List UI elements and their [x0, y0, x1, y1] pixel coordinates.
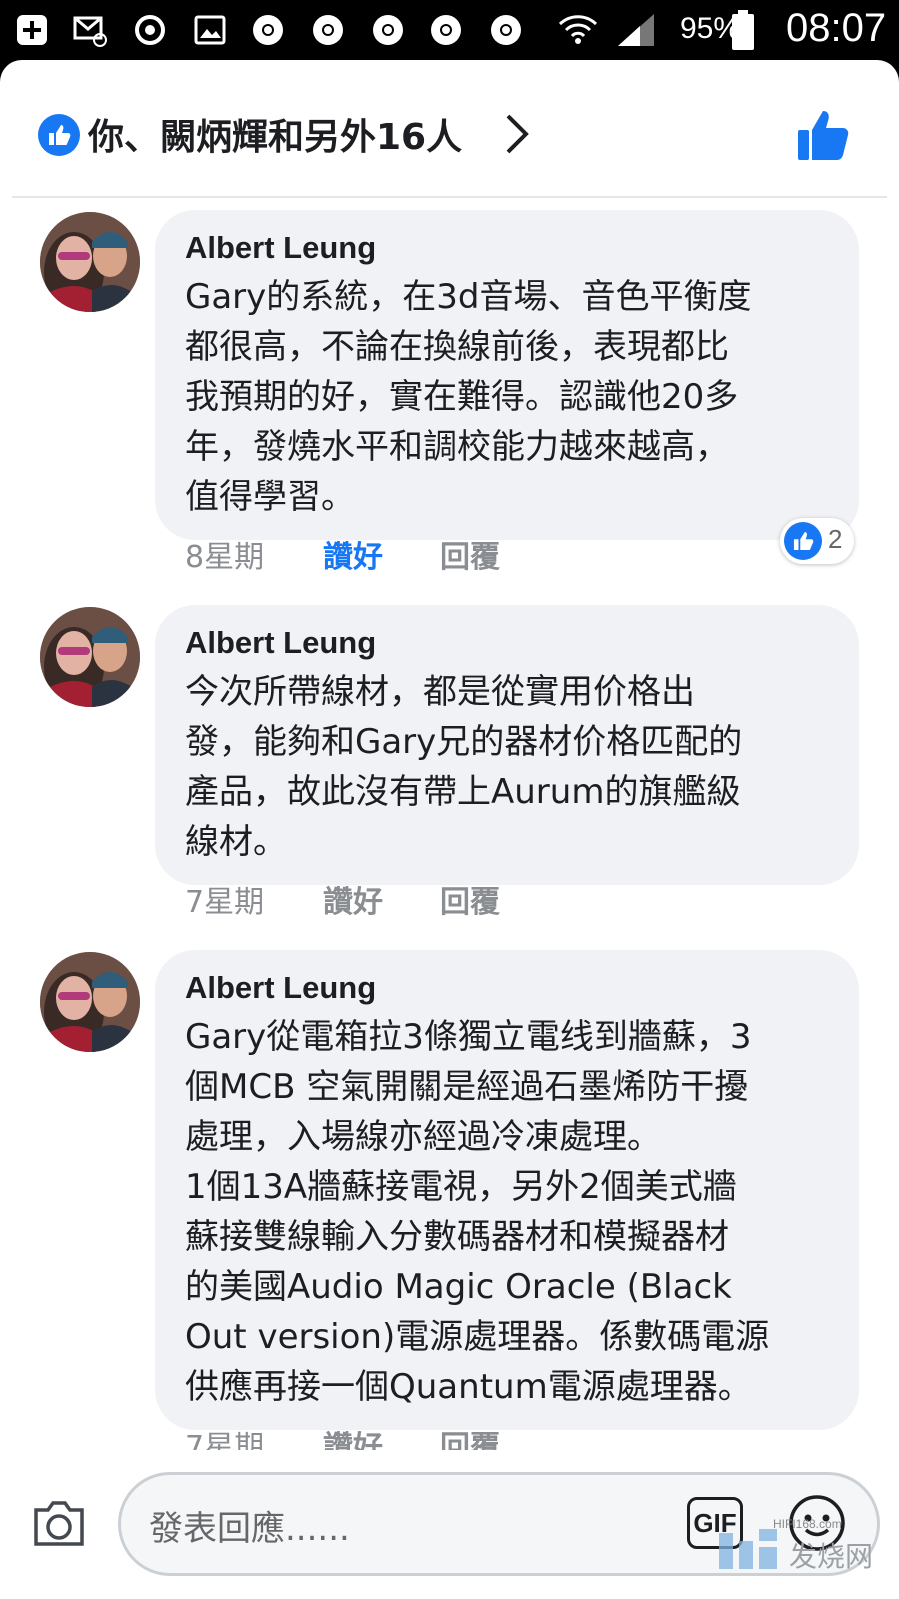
like-badge-icon [38, 114, 80, 156]
sync-icon [135, 15, 165, 45]
status-bar: 95% 08:07 [0, 0, 899, 60]
reaction-count: 2 [828, 524, 843, 554]
like-link[interactable]: 讚好 [323, 877, 383, 921]
camera-icon[interactable] [30, 1498, 88, 1550]
chevron-right-icon [506, 114, 529, 154]
chrome-icon [313, 15, 343, 45]
comment-bubble[interactable]: Albert Leung 今次所帶線材，都是從實用价格出 發，能夠和Gary兄的… [155, 605, 859, 885]
avatar[interactable] [40, 212, 140, 312]
header-divider [12, 196, 887, 198]
watermark-logo: HIFI168.com 发烧网 [713, 1517, 883, 1575]
comment-actions: 8星期 讚好 回覆 [185, 532, 545, 575]
reply-link[interactable]: 回覆 [440, 532, 500, 576]
comment-actions: 7星期 讚好 回覆 [185, 877, 545, 920]
like-button-icon[interactable] [796, 108, 850, 162]
comment-text: Gary從電箱拉3條獨立電线到牆蘇，3 個MCB 空氣開關是經過石墨烯防干擾 處… [185, 1017, 770, 1407]
chrome-icon [373, 15, 403, 45]
comment-author[interactable]: Albert Leung [185, 968, 829, 1008]
comment-text: 今次所帶線材，都是從實用价格出 發，能夠和Gary兄的器材价格匹配的 產品，故此… [185, 672, 743, 862]
signal-icon [618, 14, 654, 46]
chrome-icon [491, 15, 521, 45]
watermark-text: 发烧网 [789, 1540, 874, 1573]
comment-author[interactable]: Albert Leung [185, 228, 829, 268]
comment-input-placeholder: 發表回應...... [149, 1509, 350, 1549]
comment-input[interactable]: 發表回應...... GIF HIFI168.com 发烧网 [118, 1472, 880, 1576]
likes-summary-text: 你、闕炳輝和另外16人 [88, 117, 463, 158]
comment-bubble[interactable]: Albert Leung Gary的系統，在3d音場、音色平衡度 都很高，不論在… [155, 210, 859, 540]
chrome-icon [253, 15, 283, 45]
comments-sheet: 你、闕炳輝和另外16人 Albert Leung Gary的系統，在3d音場、音… [0, 60, 899, 1599]
battery-icon [732, 10, 754, 50]
avatar[interactable] [40, 952, 140, 1052]
reply-link[interactable]: 回覆 [440, 877, 500, 921]
like-link[interactable]: 讚好 [323, 532, 383, 576]
clock: 08:07 [786, 6, 887, 50]
avatar[interactable] [40, 607, 140, 707]
comment-bubble[interactable]: Albert Leung Gary從電箱拉3條獨立電线到牆蘇，3 個MCB 空氣… [155, 950, 859, 1430]
add-box-icon [17, 15, 47, 45]
wifi-icon [558, 15, 598, 44]
image-icon [194, 15, 226, 45]
comment-timestamp[interactable]: 8星期 [185, 532, 264, 576]
comment-composer: 發表回應...... GIF HIFI168.com 发烧网 [0, 1450, 899, 1599]
comment-timestamp[interactable]: 7星期 [185, 877, 264, 921]
like-reaction-icon [784, 522, 822, 560]
watermark-url: HIFI168.com [773, 1517, 842, 1531]
likes-summary[interactable]: 你、闕炳輝和另外16人 [0, 60, 899, 200]
chrome-icon [431, 15, 461, 45]
email-icon [73, 16, 107, 47]
comment-text: Gary的系統，在3d音場、音色平衡度 都很高，不論在換線前後，表現都比 我預期… [185, 277, 752, 517]
comment-author[interactable]: Albert Leung [185, 623, 829, 663]
reaction-count-pill[interactable]: 2 [780, 518, 854, 564]
